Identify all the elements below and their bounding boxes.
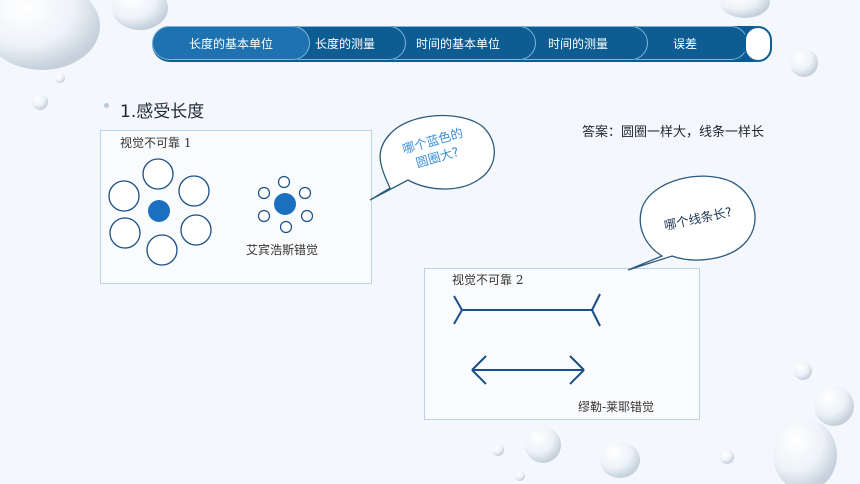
illusion1-label: 视觉不可靠 1: [120, 136, 192, 150]
top-navigation: 误差 时间的测量 时间的基本单位 长度的测量 长度的基本单位: [152, 26, 772, 62]
answer-text: 答案：圆圈一样大，线条一样长: [582, 125, 765, 140]
nav-end-cap: [744, 26, 772, 62]
illusion1-caption: 艾宾浩斯错觉: [246, 243, 319, 257]
section-title: 1.感受长度: [120, 102, 205, 122]
muller-lyer-figure: [453, 293, 601, 385]
bullet: [104, 103, 109, 108]
tab-length-units[interactable]: 长度的基本单位: [152, 26, 310, 60]
ebbinghaus-figure: [108, 158, 314, 266]
illusion2-caption: 缪勒-莱耶错觉: [578, 400, 655, 414]
